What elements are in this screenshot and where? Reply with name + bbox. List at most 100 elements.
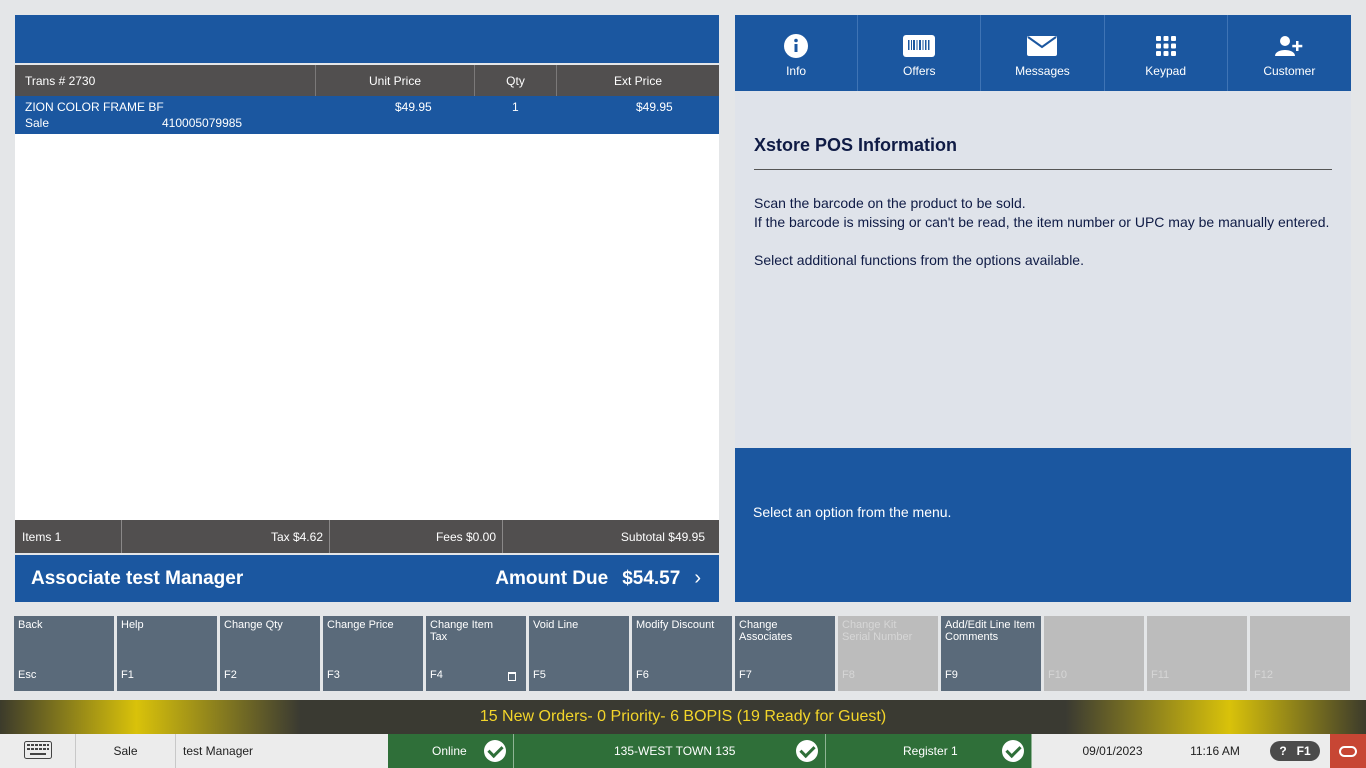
status-user: test Manager [183,744,254,758]
fkey-shortcut: F7 [739,669,752,681]
amount-due-value: $54.57 [622,567,681,589]
fkey-change-associates-button[interactable]: Change Associates F7 [735,616,835,691]
tab-keypad-label: Keypad [1145,63,1186,78]
line-item-grid-header: Trans # 2730 Unit Price Qty Ext Price [15,65,719,96]
keyboard-button[interactable] [0,734,76,768]
prompt-text: Select an option from the menu. [753,504,952,520]
fkey-f12-button[interactable]: F12 [1250,616,1350,691]
fkey-void-line-button[interactable]: Void Line F5 [529,616,629,691]
fkey-change-item-tax-button[interactable]: Change Item Tax F4 [426,616,526,691]
transaction-header-bar [15,15,719,63]
oracle-logo-button[interactable] [1330,734,1366,768]
status-online: Online [388,734,514,768]
tab-keypad[interactable]: Keypad [1105,15,1228,91]
status-date: 09/01/2023 [1082,744,1143,758]
fkey-label: Add/Edit Line Item Comments [945,619,1035,643]
fkey-label: Modify Discount [636,619,715,631]
status-bar: Sale test Manager Online 135-WEST TOWN 1… [0,734,1366,768]
tab-messages-label: Messages [1015,63,1070,78]
fkey-change-qty-button[interactable]: Change Qty F2 [220,616,320,691]
order-notification-banner[interactable]: 15 New Orders- 0 Priority- 6 BOPIS (19 R… [0,700,1366,734]
info-pane: Xstore POS Information Scan the barcode … [735,91,1351,448]
line-item-row[interactable]: ZION COLOR FRAME BF Sale 410005079985 $4… [15,96,719,134]
fkey-back-button[interactable]: Back Esc [14,616,114,691]
column-header-ext-price: Ext Price [613,73,662,88]
order-notification-text: 15 New Orders- 0 Priority- 6 BOPIS (19 R… [479,708,887,725]
tab-info-label: Info [786,63,807,78]
status-store: 135-WEST TOWN 135 [514,734,826,768]
fkey-shortcut: F3 [327,669,340,681]
items-count: Items 1 [15,520,122,553]
info-line-2: If the barcode is missing or can't be re… [754,214,1330,230]
line-item-qty: 1 [512,100,519,114]
line-item-grid: ZION COLOR FRAME BF Sale 410005079985 $4… [15,96,719,520]
line-item-sku: 410005079985 [162,116,243,130]
status-time: 11:16 AM [1190,744,1240,758]
add-customer-icon [1275,33,1303,59]
status-register-text: Register 1 [903,744,958,758]
envelope-icon [1027,33,1058,59]
chevron-right-icon: › [694,567,701,589]
help-icon: ? [1279,744,1287,758]
column-header-trans: Trans # 2730 [15,65,316,96]
checkmark-icon [1002,740,1024,762]
oracle-logo-icon [1339,745,1357,757]
fkey-label: Change Item Tax [430,619,493,643]
fkey-label: Help [121,619,144,631]
fkey-change-kit-serial-button[interactable]: Change Kit Serial Number F8 [838,616,938,691]
info-text: Scan the barcode on the product to be so… [754,194,1332,270]
fkey-shortcut: F2 [224,669,237,681]
subtotal: Subtotal $49.95 [620,529,705,544]
prompt-pane: Select an option from the menu. [735,448,1351,602]
amount-due-label: Amount Due [495,567,609,589]
fkey-shortcut: F8 [842,669,855,681]
info-line-1: Scan the barcode on the product to be so… [754,195,1026,211]
status-online-text: Online [432,744,467,758]
fkey-shortcut: F4 [430,669,443,681]
fkey-shortcut: F10 [1048,669,1067,681]
fkey-change-price-button[interactable]: Change Price F3 [323,616,423,691]
function-key-bar: Back Esc Help F1 Change Qty F2 Change Pr… [14,616,1352,691]
fkey-shortcut: F11 [1151,669,1170,681]
fkey-label: Change Qty [224,619,283,631]
totals-bar: Items 1 Tax $4.62 Fees $0.00 Subtotal $4… [15,520,719,553]
fkey-shortcut: F12 [1254,669,1273,681]
fkey-label: Change Kit Serial Number [842,619,913,643]
fkey-f11-button[interactable]: F11 [1147,616,1247,691]
line-item-description: ZION COLOR FRAME BF [25,100,164,114]
help-f1-button[interactable]: ? F1 [1270,741,1320,761]
status-mode: Sale [76,734,176,768]
column-header-qty: Qty [475,65,557,96]
fkey-f10-button[interactable]: F10 [1044,616,1144,691]
status-register: Register 1 [826,734,1032,768]
tab-messages[interactable]: Messages [981,15,1105,91]
column-header-unit-price: Unit Price [316,65,475,96]
line-item-type: Sale [25,116,50,130]
tab-customer[interactable]: Customer [1228,15,1351,91]
help-key: F1 [1296,744,1311,758]
fkey-help-button[interactable]: Help F1 [117,616,217,691]
fkey-line-item-comments-button[interactable]: Add/Edit Line Item Comments F9 [941,616,1041,691]
amount-due-button[interactable]: Amount Due $54.57 › [495,567,701,590]
tax-total: Tax $4.62 [122,520,330,553]
status-store-text: 135-WEST TOWN 135 [614,744,736,758]
fkey-shortcut: F9 [945,669,958,681]
fkey-modify-discount-button[interactable]: Modify Discount F6 [632,616,732,691]
fkey-shortcut: Esc [18,669,37,681]
info-tab-bar: Info Offers Messages Keypad Customer [735,15,1351,101]
tab-info[interactable]: Info [735,15,859,101]
associate-name: Associate test Manager [31,567,244,589]
checkmark-icon [484,740,506,762]
fees-total: Fees $0.00 [330,520,503,553]
info-icon [783,33,809,59]
fkey-shortcut: F6 [636,669,649,681]
fkey-label: Back [18,619,43,631]
keyboard-icon [23,740,52,762]
trash-icon [508,672,516,681]
tab-offers-label: Offers [903,63,936,78]
keypad-icon [1155,33,1176,59]
checkmark-icon [796,740,818,762]
info-title: Xstore POS Information [754,135,1332,170]
fkey-label: Void Line [533,619,579,631]
tab-offers[interactable]: Offers [858,15,982,91]
